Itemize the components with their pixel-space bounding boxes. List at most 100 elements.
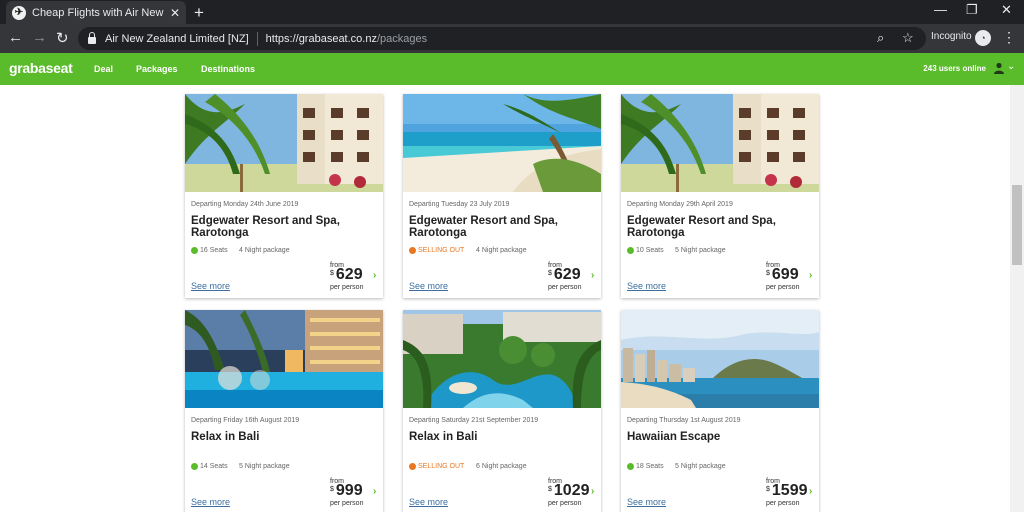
see-more-link[interactable]: See more xyxy=(191,281,230,291)
restore-icon[interactable]: ❐ xyxy=(966,2,978,18)
package-length: 4 Night package xyxy=(476,247,527,254)
price-amount: 699 xyxy=(771,266,799,283)
package-card[interactable]: Departing Thursday 1st August 2019 Hawai… xyxy=(621,310,819,512)
see-more-link[interactable]: See more xyxy=(409,497,448,507)
browser-toolbar: ← → ↻ Air New Zealand Limited [NZ] https… xyxy=(0,24,1024,53)
url-path: /packages xyxy=(376,32,428,45)
package-card[interactable]: Departing Saturday 21st September 2019 R… xyxy=(403,310,601,512)
close-window-icon[interactable]: ✕ xyxy=(1001,2,1012,18)
air-nz-favicon-icon: ✈ xyxy=(12,5,26,20)
package-title[interactable]: Edgewater Resort and Spa, Rarotonga xyxy=(191,215,371,239)
price: $ 999 xyxy=(330,482,363,500)
package-photo[interactable] xyxy=(621,310,819,408)
departure-date: Departing Friday 16th August 2019 xyxy=(191,417,300,424)
nav-destinations[interactable]: Destinations xyxy=(201,64,255,74)
url-host: https://grabaseat.co.nz xyxy=(265,32,377,45)
nav-deal[interactable]: Deal xyxy=(94,64,113,74)
seats-dot-icon xyxy=(191,463,198,470)
package-title[interactable]: Edgewater Resort and Spa, Rarotonga xyxy=(409,215,589,239)
selling-out-badge: SELLING OUT xyxy=(409,247,464,254)
close-tab-icon[interactable]: ✕ xyxy=(170,6,180,20)
star-icon[interactable]: ☆ xyxy=(902,30,914,46)
selling-out-badge: SELLING OUT xyxy=(409,463,464,470)
chevron-right-icon[interactable]: › xyxy=(591,270,594,281)
price-amount: 1029 xyxy=(553,482,590,499)
browser-tab[interactable]: ✈ Cheap Flights with Air New Zeala ✕ xyxy=(6,1,186,24)
forward-icon[interactable]: → xyxy=(32,29,47,46)
departure-date: Departing Monday 29th April 2019 xyxy=(627,201,733,208)
scrollbar-thumb[interactable] xyxy=(1012,185,1022,265)
package-card[interactable]: Departing Monday 29th April 2019 Edgewat… xyxy=(621,94,819,298)
package-photo[interactable] xyxy=(403,310,601,408)
per-person-label: per person xyxy=(766,284,800,291)
search-icon[interactable]: ⌕ xyxy=(877,30,884,46)
per-person-label: per person xyxy=(548,500,582,507)
see-more-link[interactable]: See more xyxy=(409,281,448,291)
incognito-icon[interactable]: ◔ xyxy=(975,30,991,46)
nav-packages[interactable]: Packages xyxy=(136,64,178,74)
departure-date: Departing Thursday 1st August 2019 xyxy=(627,417,741,424)
per-person-label: per person xyxy=(330,500,364,507)
seats-dot-icon xyxy=(191,247,198,254)
currency-symbol: $ xyxy=(766,486,770,493)
price: $ 629 xyxy=(548,266,581,284)
price-amount: 1599 xyxy=(771,482,808,499)
see-more-link[interactable]: See more xyxy=(627,281,666,291)
departure-date: Departing Saturday 21st September 2019 xyxy=(409,417,539,424)
lock-icon[interactable] xyxy=(88,31,96,44)
incognito-label: Incognito xyxy=(931,31,972,42)
back-icon[interactable]: ← xyxy=(8,29,23,46)
currency-symbol: $ xyxy=(548,270,552,277)
site-owner: Air New Zealand Limited [NZ] xyxy=(105,32,249,45)
departure-date: Departing Monday 24th June 2019 xyxy=(191,201,299,208)
chevron-right-icon[interactable]: › xyxy=(591,486,594,497)
per-person-label: per person xyxy=(766,500,800,507)
currency-symbol: $ xyxy=(330,486,334,493)
seats-badge: 14 Seats xyxy=(191,463,228,470)
address-bar[interactable]: Air New Zealand Limited [NZ] https://gra… xyxy=(78,27,926,50)
reload-icon[interactable]: ↻ xyxy=(56,29,69,47)
package-photo[interactable] xyxy=(403,94,601,192)
selling-out-dot-icon xyxy=(409,247,416,254)
price-amount: 629 xyxy=(335,266,363,283)
chevron-right-icon[interactable]: › xyxy=(373,270,376,281)
package-title[interactable]: Hawaiian Escape xyxy=(627,431,807,443)
package-photo[interactable] xyxy=(185,94,383,192)
package-title[interactable]: Edgewater Resort and Spa, Rarotonga xyxy=(627,215,807,239)
package-title[interactable]: Relax in Bali xyxy=(409,431,589,443)
currency-symbol: $ xyxy=(766,270,770,277)
minimize-icon[interactable]: — xyxy=(934,2,947,17)
package-photo[interactable] xyxy=(185,310,383,408)
see-more-link[interactable]: See more xyxy=(627,497,666,507)
price-amount: 629 xyxy=(553,266,581,283)
seats-badge: 18 Seats xyxy=(627,463,664,470)
package-title[interactable]: Relax in Bali xyxy=(191,431,371,443)
package-photo[interactable] xyxy=(621,94,819,192)
package-card[interactable]: Departing Tuesday 23 July 2019 Edgewater… xyxy=(403,94,601,298)
selling-out-text: SELLING OUT xyxy=(418,247,465,254)
departure-date: Departing Tuesday 23 July 2019 xyxy=(409,201,510,208)
browser-tab-strip: ✈ Cheap Flights with Air New Zeala ✕ + —… xyxy=(0,0,1024,24)
selling-out-dot-icon xyxy=(409,463,416,470)
seats-text: 18 Seats xyxy=(636,463,664,470)
scrollbar-track[interactable] xyxy=(1010,85,1024,512)
seats-dot-icon xyxy=(627,247,634,254)
package-card[interactable]: Departing Friday 16th August 2019 Relax … xyxy=(185,310,383,512)
see-more-link[interactable]: See more xyxy=(191,497,230,507)
chevron-down-icon[interactable]: ⌄ xyxy=(1007,61,1015,72)
package-card[interactable]: Departing Monday 24th June 2019 Edgewate… xyxy=(185,94,383,298)
chevron-right-icon[interactable]: › xyxy=(809,486,812,497)
currency-symbol: $ xyxy=(330,270,334,277)
seats-badge: 10 Seats xyxy=(627,247,664,254)
per-person-label: per person xyxy=(548,284,582,291)
site-header: grabaseat Deal Packages Destinations 243… xyxy=(0,53,1024,85)
menu-icon[interactable]: ⋮ xyxy=(1002,29,1016,46)
new-tab-icon[interactable]: + xyxy=(194,3,204,23)
grabaseat-logo[interactable]: grabaseat xyxy=(9,60,73,76)
omnibox-divider xyxy=(256,31,258,46)
chevron-right-icon[interactable]: › xyxy=(809,270,812,281)
user-icon[interactable] xyxy=(993,62,1005,74)
tab-title: Cheap Flights with Air New Zeala xyxy=(32,6,166,19)
chevron-right-icon[interactable]: › xyxy=(373,486,376,497)
users-online: 243 users online xyxy=(923,64,986,73)
